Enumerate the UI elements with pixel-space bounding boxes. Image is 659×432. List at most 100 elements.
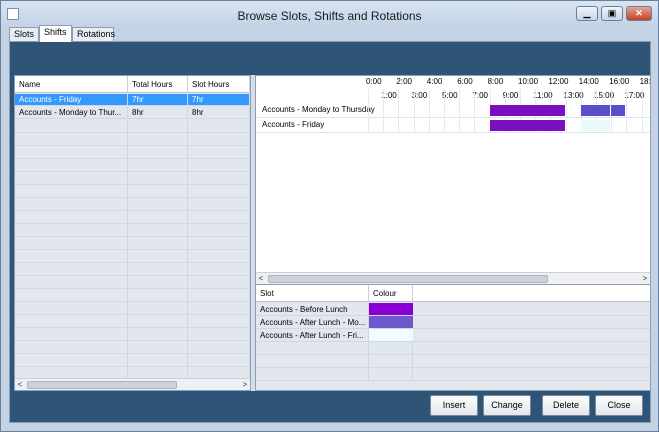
timeline-row-label: Accounts - Monday to Thursday	[262, 105, 375, 114]
empty-cell	[15, 172, 128, 185]
hour-gridline	[641, 89, 643, 133]
slot-colour-grid: Slot Colour Accounts - Before Lunch Acco…	[256, 284, 650, 390]
hour-tick-label: 4:00	[426, 77, 443, 86]
shift-name: Accounts - Monday to Thur...	[15, 107, 128, 119]
scroll-right-arrow[interactable]: >	[240, 379, 250, 390]
empty-cell	[369, 368, 413, 381]
delete-button[interactable]: Delete	[542, 395, 590, 416]
empty-cell	[128, 133, 188, 146]
empty-cell	[188, 315, 250, 328]
empty-cell	[15, 146, 128, 159]
empty-cell	[188, 159, 250, 172]
empty-cell	[128, 224, 188, 237]
hour-tick-label: 0:00	[366, 77, 382, 86]
slot-row[interactable]: Accounts - Before Lunch	[256, 303, 650, 316]
maximize-button[interactable]: ▣	[601, 6, 623, 21]
scroll-thumb[interactable]	[27, 381, 177, 389]
empty-cell	[128, 263, 188, 276]
hour-gridline	[626, 89, 628, 133]
window-title: Browse Slots, Shifts and Rotations	[237, 9, 422, 23]
empty-cell	[128, 250, 188, 263]
empty-cell	[15, 185, 128, 198]
browse-window: Browse Slots, Shifts and Rotations ▁ ▣ ✕…	[0, 0, 659, 432]
empty-cell	[188, 120, 250, 133]
empty-cell	[15, 263, 128, 276]
empty-cell	[188, 328, 250, 341]
tab-shifts[interactable]: Shifts	[39, 25, 72, 42]
empty-cell	[188, 198, 250, 211]
empty-cell	[128, 315, 188, 328]
tab-slots[interactable]: Slots	[9, 27, 39, 41]
empty-cell	[188, 224, 250, 237]
shifts-grid-hscroll[interactable]: < >	[15, 378, 250, 390]
hour-tick-label: 2:00	[396, 77, 412, 86]
empty-row	[15, 198, 250, 211]
minimize-button[interactable]: ▁	[576, 6, 598, 21]
empty-row	[15, 211, 250, 224]
close-button[interactable]: Close	[595, 395, 643, 416]
hour-gridline	[565, 89, 567, 133]
column-slot-hours[interactable]: Slot Hours	[188, 76, 250, 93]
column-slot[interactable]: Slot	[256, 285, 369, 302]
shifts-tab-content: Name Total Hours Slot Hours Accounts - F…	[9, 41, 651, 423]
empty-row	[15, 250, 250, 263]
slot-name: Accounts - Before Lunch	[256, 303, 369, 316]
slot-name: Accounts - After Lunch - Fri...	[256, 329, 369, 342]
empty-cell	[188, 341, 250, 354]
empty-cell	[15, 315, 128, 328]
empty-row	[15, 263, 250, 276]
scroll-left-arrow[interactable]: <	[15, 379, 25, 390]
empty-cell	[128, 237, 188, 250]
hour-tick-label: 8:00	[487, 77, 504, 86]
column-colour[interactable]: Colour	[369, 285, 413, 302]
slot-bar[interactable]	[611, 105, 626, 116]
empty-cell	[128, 198, 188, 211]
change-button[interactable]: Change	[483, 395, 531, 416]
empty-row	[15, 354, 250, 367]
empty-cell	[128, 302, 188, 315]
shift-row[interactable]: Accounts - Friday 7hr 7hr	[15, 94, 250, 106]
hour-gridline	[474, 89, 476, 133]
column-name[interactable]: Name	[15, 76, 128, 93]
empty-cell	[15, 250, 128, 263]
empty-cell	[128, 341, 188, 354]
shift-name: Accounts - Friday	[15, 94, 128, 106]
shift-row[interactable]: Accounts - Monday to Thur... 8hr 8hr	[15, 107, 250, 119]
insert-button[interactable]: Insert	[430, 395, 478, 416]
hour-gridline	[398, 89, 400, 133]
slot-bar[interactable]	[489, 120, 565, 131]
slot-bar[interactable]	[580, 120, 611, 131]
hour-gridline	[368, 89, 369, 133]
column-total-hours[interactable]: Total Hours	[128, 76, 188, 93]
empty-cell	[15, 159, 128, 172]
scroll-thumb[interactable]	[268, 275, 548, 283]
slot-name: Accounts - After Lunch - Mo...	[256, 316, 369, 329]
empty-cell	[15, 211, 128, 224]
empty-cell	[188, 237, 250, 250]
timeline-hscroll[interactable]: < >	[256, 272, 650, 284]
shift-total-hours: 8hr	[128, 107, 188, 119]
empty-cell	[128, 289, 188, 302]
hour-gridline	[413, 89, 415, 133]
empty-cell	[188, 211, 250, 224]
empty-cell	[15, 237, 128, 250]
slot-row[interactable]: Accounts - After Lunch - Fri...	[256, 329, 650, 342]
empty-cell	[128, 146, 188, 159]
hour-tick-label: 16:00	[609, 77, 630, 86]
empty-cell	[188, 133, 250, 146]
empty-row	[15, 224, 250, 237]
slot-colour-swatch	[369, 329, 413, 341]
hour-gridline	[459, 89, 461, 133]
timeline-row-label: Accounts - Friday	[262, 120, 325, 129]
slot-bar[interactable]	[489, 105, 565, 116]
hour-tick-label: 12:00	[548, 77, 569, 86]
empty-cell	[128, 211, 188, 224]
empty-cell	[188, 289, 250, 302]
slot-bar[interactable]	[580, 105, 611, 116]
empty-cell	[128, 172, 188, 185]
close-window-button[interactable]: ✕	[626, 6, 652, 21]
empty-cell	[188, 146, 250, 159]
slot-colour-swatch	[369, 316, 413, 328]
tab-rotations[interactable]: Rotations	[72, 27, 115, 41]
slot-row[interactable]: Accounts - After Lunch - Mo...	[256, 316, 650, 329]
